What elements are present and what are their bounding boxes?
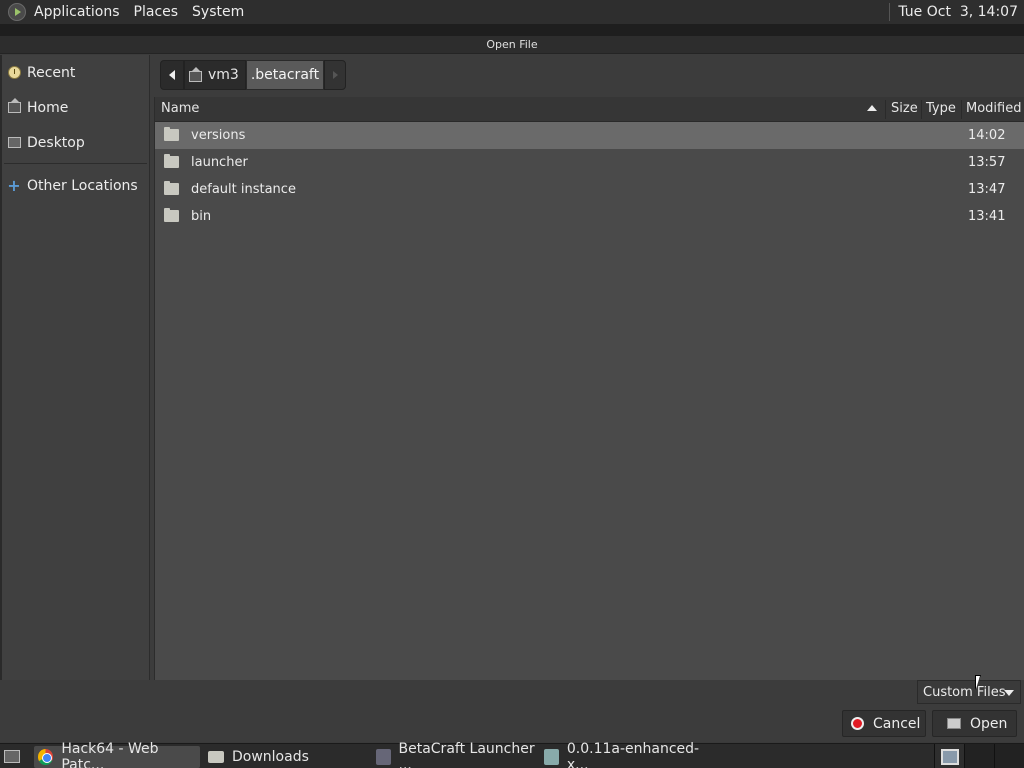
background-window-strip bbox=[0, 24, 1024, 36]
sidebar-item-other-locations[interactable]: + Other Locations bbox=[2, 168, 149, 203]
file-list-header: Name Size Type Modified bbox=[155, 97, 1024, 122]
desktop-icon bbox=[6, 136, 22, 150]
taskbar-item-betacraft[interactable]: BetaCraft Launcher ... bbox=[372, 741, 538, 768]
path-segment-label: .betacraft bbox=[250, 67, 320, 83]
column-divider bbox=[921, 100, 922, 119]
open-folder-icon bbox=[947, 718, 961, 729]
cancel-button-label: Cancel bbox=[873, 715, 921, 732]
column-divider bbox=[885, 100, 886, 119]
column-divider bbox=[961, 100, 962, 119]
plus-icon: + bbox=[7, 175, 21, 195]
desktop-icon bbox=[4, 749, 20, 763]
file-name: launcher bbox=[191, 155, 248, 170]
column-header-size[interactable]: Size bbox=[891, 101, 918, 116]
sidebar-item-recent[interactable]: Recent bbox=[2, 55, 149, 90]
taskbar-item-label: BetaCraft Launcher ... bbox=[398, 741, 535, 768]
sidebar-item-label: Other Locations bbox=[27, 177, 138, 194]
folder-icon bbox=[164, 208, 179, 222]
taskbar-item-downloads[interactable]: Downloads bbox=[204, 746, 364, 768]
menu-logo-icon[interactable] bbox=[8, 3, 26, 21]
file-row[interactable]: launcher 13:57 bbox=[155, 149, 1024, 176]
home-icon bbox=[189, 67, 202, 82]
path-segment-current[interactable]: .betacraft bbox=[245, 60, 325, 90]
folder-icon bbox=[208, 751, 224, 763]
workspace-switcher bbox=[934, 744, 1024, 768]
document-icon bbox=[544, 749, 559, 765]
workspace-3[interactable] bbox=[994, 744, 1024, 768]
file-modified: 13:57 bbox=[968, 155, 1006, 170]
panel-separator bbox=[889, 3, 891, 21]
sidebar-item-desktop[interactable]: Desktop bbox=[2, 125, 149, 160]
sidebar-divider bbox=[4, 163, 147, 164]
file-filter-label: Custom Files bbox=[923, 684, 1006, 700]
show-desktop-button[interactable] bbox=[0, 744, 24, 768]
menu-system[interactable]: System bbox=[192, 4, 244, 20]
chrome-icon bbox=[38, 749, 54, 765]
menu-places[interactable]: Places bbox=[134, 4, 179, 20]
taskbar: Hack64 - Web Patc... Downloads BetaCraft… bbox=[0, 741, 1024, 768]
file-name: versions bbox=[191, 128, 246, 143]
mouse-cursor-icon bbox=[976, 676, 980, 689]
column-header-name[interactable]: Name bbox=[161, 101, 199, 116]
open-button[interactable]: Open bbox=[932, 710, 1017, 737]
java-icon bbox=[376, 749, 391, 765]
folder-icon bbox=[164, 127, 179, 141]
taskbar-item-label: 0.0.11a-enhanced-x... bbox=[566, 741, 700, 768]
open-button-label: Open bbox=[970, 715, 1008, 732]
dialog-action-area: Cancel Open bbox=[0, 704, 1024, 742]
taskbar-item-document[interactable]: 0.0.11a-enhanced-x... bbox=[540, 741, 710, 768]
clock-icon bbox=[6, 66, 22, 80]
clock[interactable]: Tue Oct 3, 14:07 bbox=[898, 4, 1018, 20]
column-header-type[interactable]: Type bbox=[926, 101, 956, 116]
path-segment-vm3[interactable]: vm3 bbox=[184, 60, 246, 90]
chevron-right-icon bbox=[332, 71, 338, 79]
places-sidebar: Recent Home Desktop + Other Locations bbox=[0, 55, 150, 680]
file-filter-dropdown[interactable]: Custom Files bbox=[917, 680, 1021, 704]
cancel-button[interactable]: Cancel bbox=[842, 710, 926, 737]
path-segment-label: vm3 bbox=[208, 67, 239, 83]
sort-ascending-icon bbox=[867, 105, 877, 111]
workspace-2[interactable] bbox=[964, 744, 994, 768]
sidebar-item-label: Desktop bbox=[27, 134, 85, 151]
folder-icon bbox=[164, 181, 179, 195]
window-thumbnail-icon bbox=[940, 748, 959, 765]
file-name: default instance bbox=[191, 182, 296, 197]
folder-icon bbox=[164, 154, 179, 168]
path-back-button[interactable] bbox=[160, 60, 184, 90]
file-row[interactable]: versions 14:02 bbox=[155, 122, 1024, 149]
file-modified: 14:02 bbox=[968, 128, 1006, 143]
file-name: bin bbox=[191, 209, 212, 224]
file-row[interactable]: default instance 13:47 bbox=[155, 176, 1024, 203]
workspace-1[interactable] bbox=[934, 744, 964, 768]
chevron-left-icon bbox=[169, 70, 175, 80]
path-bar: vm3 .betacraft bbox=[160, 60, 347, 90]
chevron-down-icon bbox=[1004, 690, 1014, 696]
dialog-title[interactable]: Open File bbox=[0, 36, 1024, 54]
path-forward-button[interactable] bbox=[324, 60, 347, 90]
file-row[interactable]: bin 13:41 bbox=[155, 203, 1024, 230]
file-list: Name Size Type Modified versions 14:02 l… bbox=[154, 97, 1024, 680]
home-icon bbox=[6, 98, 22, 115]
taskbar-item-label: Downloads bbox=[232, 749, 309, 765]
file-modified: 13:41 bbox=[968, 209, 1006, 224]
top-menu: Applications Places System bbox=[34, 4, 244, 20]
file-modified: 13:47 bbox=[968, 182, 1006, 197]
cancel-icon bbox=[851, 717, 864, 730]
sidebar-item-home[interactable]: Home bbox=[2, 90, 149, 125]
top-panel: Applications Places System Tue Oct 3, 14… bbox=[0, 0, 1024, 24]
menu-applications[interactable]: Applications bbox=[34, 4, 120, 20]
taskbar-item-hack64[interactable]: Hack64 - Web Patc... bbox=[34, 741, 200, 768]
column-header-modified[interactable]: Modified bbox=[966, 101, 1021, 116]
taskbar-item-label: Hack64 - Web Patc... bbox=[61, 741, 159, 768]
open-file-dialog: Open File Recent Home Desktop + Other Lo… bbox=[0, 36, 1024, 742]
sidebar-item-label: Recent bbox=[27, 64, 76, 81]
panel-clock-area: Tue Oct 3, 14:07 bbox=[889, 0, 1018, 24]
sidebar-item-label: Home bbox=[27, 99, 69, 116]
